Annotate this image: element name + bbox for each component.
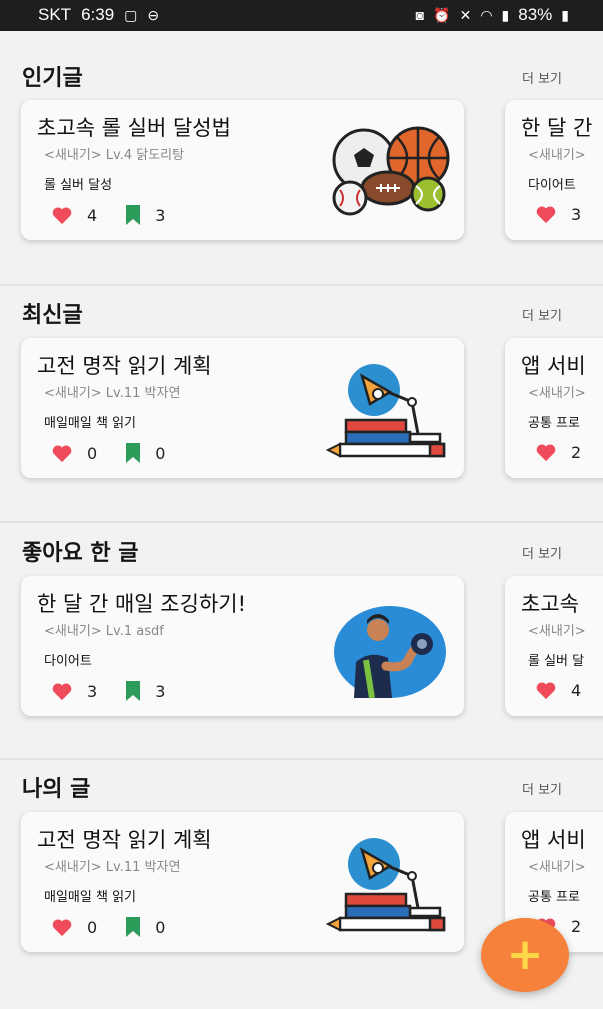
post-title: 고전 명작 읽기 계획: [37, 354, 212, 378]
post-desc: 다이어트: [44, 654, 92, 669]
post-author: <새내기>: [528, 624, 586, 639]
bookmark-icon[interactable]: [125, 917, 141, 937]
more-link[interactable]: 더 보기: [522, 779, 562, 798]
wifi-icon: ◠: [480, 6, 493, 23]
post-card[interactable]: 고전 명작 읽기 계획 <새내기> Lv.11 박자연 매일매일 책 읽기 0 …: [21, 338, 464, 478]
post-card[interactable]: 초고속 <새내기> 롤 실버 달 4: [505, 576, 603, 716]
more-link[interactable]: 더 보기: [522, 305, 562, 324]
like-count: 0: [87, 443, 98, 463]
like-count: 3: [87, 681, 98, 701]
section-divider: [0, 758, 603, 760]
post-title: 한 달 간: [521, 116, 593, 140]
post-card[interactable]: 한 달 간 매일 조깅하기! <새내기> Lv.1 asdf 다이어트 3 3: [21, 576, 464, 716]
like-count: 2: [571, 917, 582, 936]
signal-icon: ▮: [501, 6, 510, 23]
heart-icon[interactable]: [51, 444, 73, 463]
bookmark-count: 3: [155, 681, 166, 701]
post-desc: 매일매일 책 읽기: [44, 416, 136, 431]
post-desc: 다이어트: [528, 178, 576, 193]
do-not-disturb-icon: ⊖: [147, 6, 160, 23]
post-title: 초고속 롤 실버 달성법: [37, 116, 231, 140]
books-lamp-illustration: [326, 364, 446, 458]
more-link[interactable]: 더 보기: [522, 68, 562, 87]
screenshot-icon: ▢: [124, 6, 138, 23]
post-title: 초고속: [521, 592, 579, 616]
bookmark-count: 0: [155, 917, 166, 937]
post-author: <새내기> Lv.4 닭도리탕: [44, 148, 185, 163]
dumbbell-man-illustration: [334, 606, 446, 699]
alarm-icon: ⏰: [433, 6, 451, 23]
post-desc: 매일매일 책 읽기: [44, 890, 136, 905]
mute-icon: ✕: [459, 6, 472, 23]
like-count: 0: [87, 917, 98, 937]
bookmark-count: 0: [155, 443, 166, 463]
add-post-button[interactable]: +: [481, 918, 569, 992]
post-title: 고전 명작 읽기 계획: [37, 828, 212, 852]
post-author: <새내기> Lv.11 박자연: [44, 860, 181, 875]
sports-balls-illustration: [332, 126, 450, 216]
post-author: <새내기> Lv.1 asdf: [44, 624, 164, 639]
clock: 6:39: [81, 5, 115, 24]
post-title: 앱 서비: [521, 354, 586, 378]
bookmark-icon[interactable]: [125, 205, 141, 225]
battery-percent: 83%: [518, 5, 553, 24]
post-desc: 롤 실버 달: [528, 654, 585, 669]
post-card[interactable]: 한 달 간 <새내기> 다이어트 3: [505, 100, 603, 240]
books-lamp-illustration: [326, 838, 446, 932]
like-count: 3: [571, 205, 582, 224]
section-title: 나의 글: [22, 777, 91, 802]
like-count: 4: [87, 205, 98, 225]
heart-icon[interactable]: [535, 681, 557, 700]
heart-icon[interactable]: [51, 206, 73, 225]
status-bar: SKT 6:39 ▢ ⊖ ◙ ⏰ ✕ ◠ ▮ 83% ▮: [0, 0, 603, 31]
heart-icon[interactable]: [535, 205, 557, 224]
bookmark-icon[interactable]: [125, 681, 141, 701]
post-card[interactable]: 앱 서비 <새내기> 공통 프로 2: [505, 338, 603, 478]
post-desc: 공통 프로: [528, 416, 580, 431]
post-card[interactable]: 고전 명작 읽기 계획 <새내기> Lv.11 박자연 매일매일 책 읽기 0 …: [21, 812, 464, 952]
battery-icon: ▮: [561, 6, 569, 23]
heart-icon[interactable]: [51, 918, 73, 937]
bookmark-count: 3: [155, 205, 166, 225]
post-desc: 공통 프로: [528, 890, 580, 905]
post-author: <새내기>: [528, 148, 586, 163]
carrier-label: SKT: [38, 5, 72, 24]
section-divider: [0, 284, 603, 286]
section-title: 인기글: [22, 66, 83, 91]
more-link[interactable]: 더 보기: [522, 543, 562, 562]
heart-icon[interactable]: [535, 443, 557, 462]
post-card[interactable]: 초고속 롤 실버 달성법 <새내기> Lv.4 닭도리탕 롤 실버 달성 4 3: [21, 100, 464, 240]
nfc-icon: ◙: [415, 7, 425, 23]
heart-icon[interactable]: [51, 682, 73, 701]
post-title: 앱 서비: [521, 828, 586, 852]
post-title: 한 달 간 매일 조깅하기!: [37, 592, 246, 616]
section-divider: [0, 521, 603, 523]
section-title: 좋아요 한 글: [22, 541, 139, 566]
like-count: 4: [571, 681, 582, 700]
like-count: 2: [571, 443, 582, 462]
plus-icon: +: [506, 929, 544, 980]
section-title: 최신글: [22, 303, 83, 328]
post-author: <새내기>: [528, 386, 586, 401]
post-author: <새내기> Lv.11 박자연: [44, 386, 181, 401]
post-desc: 롤 실버 달성: [44, 178, 113, 193]
bookmark-icon[interactable]: [125, 443, 141, 463]
post-author: <새내기>: [528, 860, 586, 875]
